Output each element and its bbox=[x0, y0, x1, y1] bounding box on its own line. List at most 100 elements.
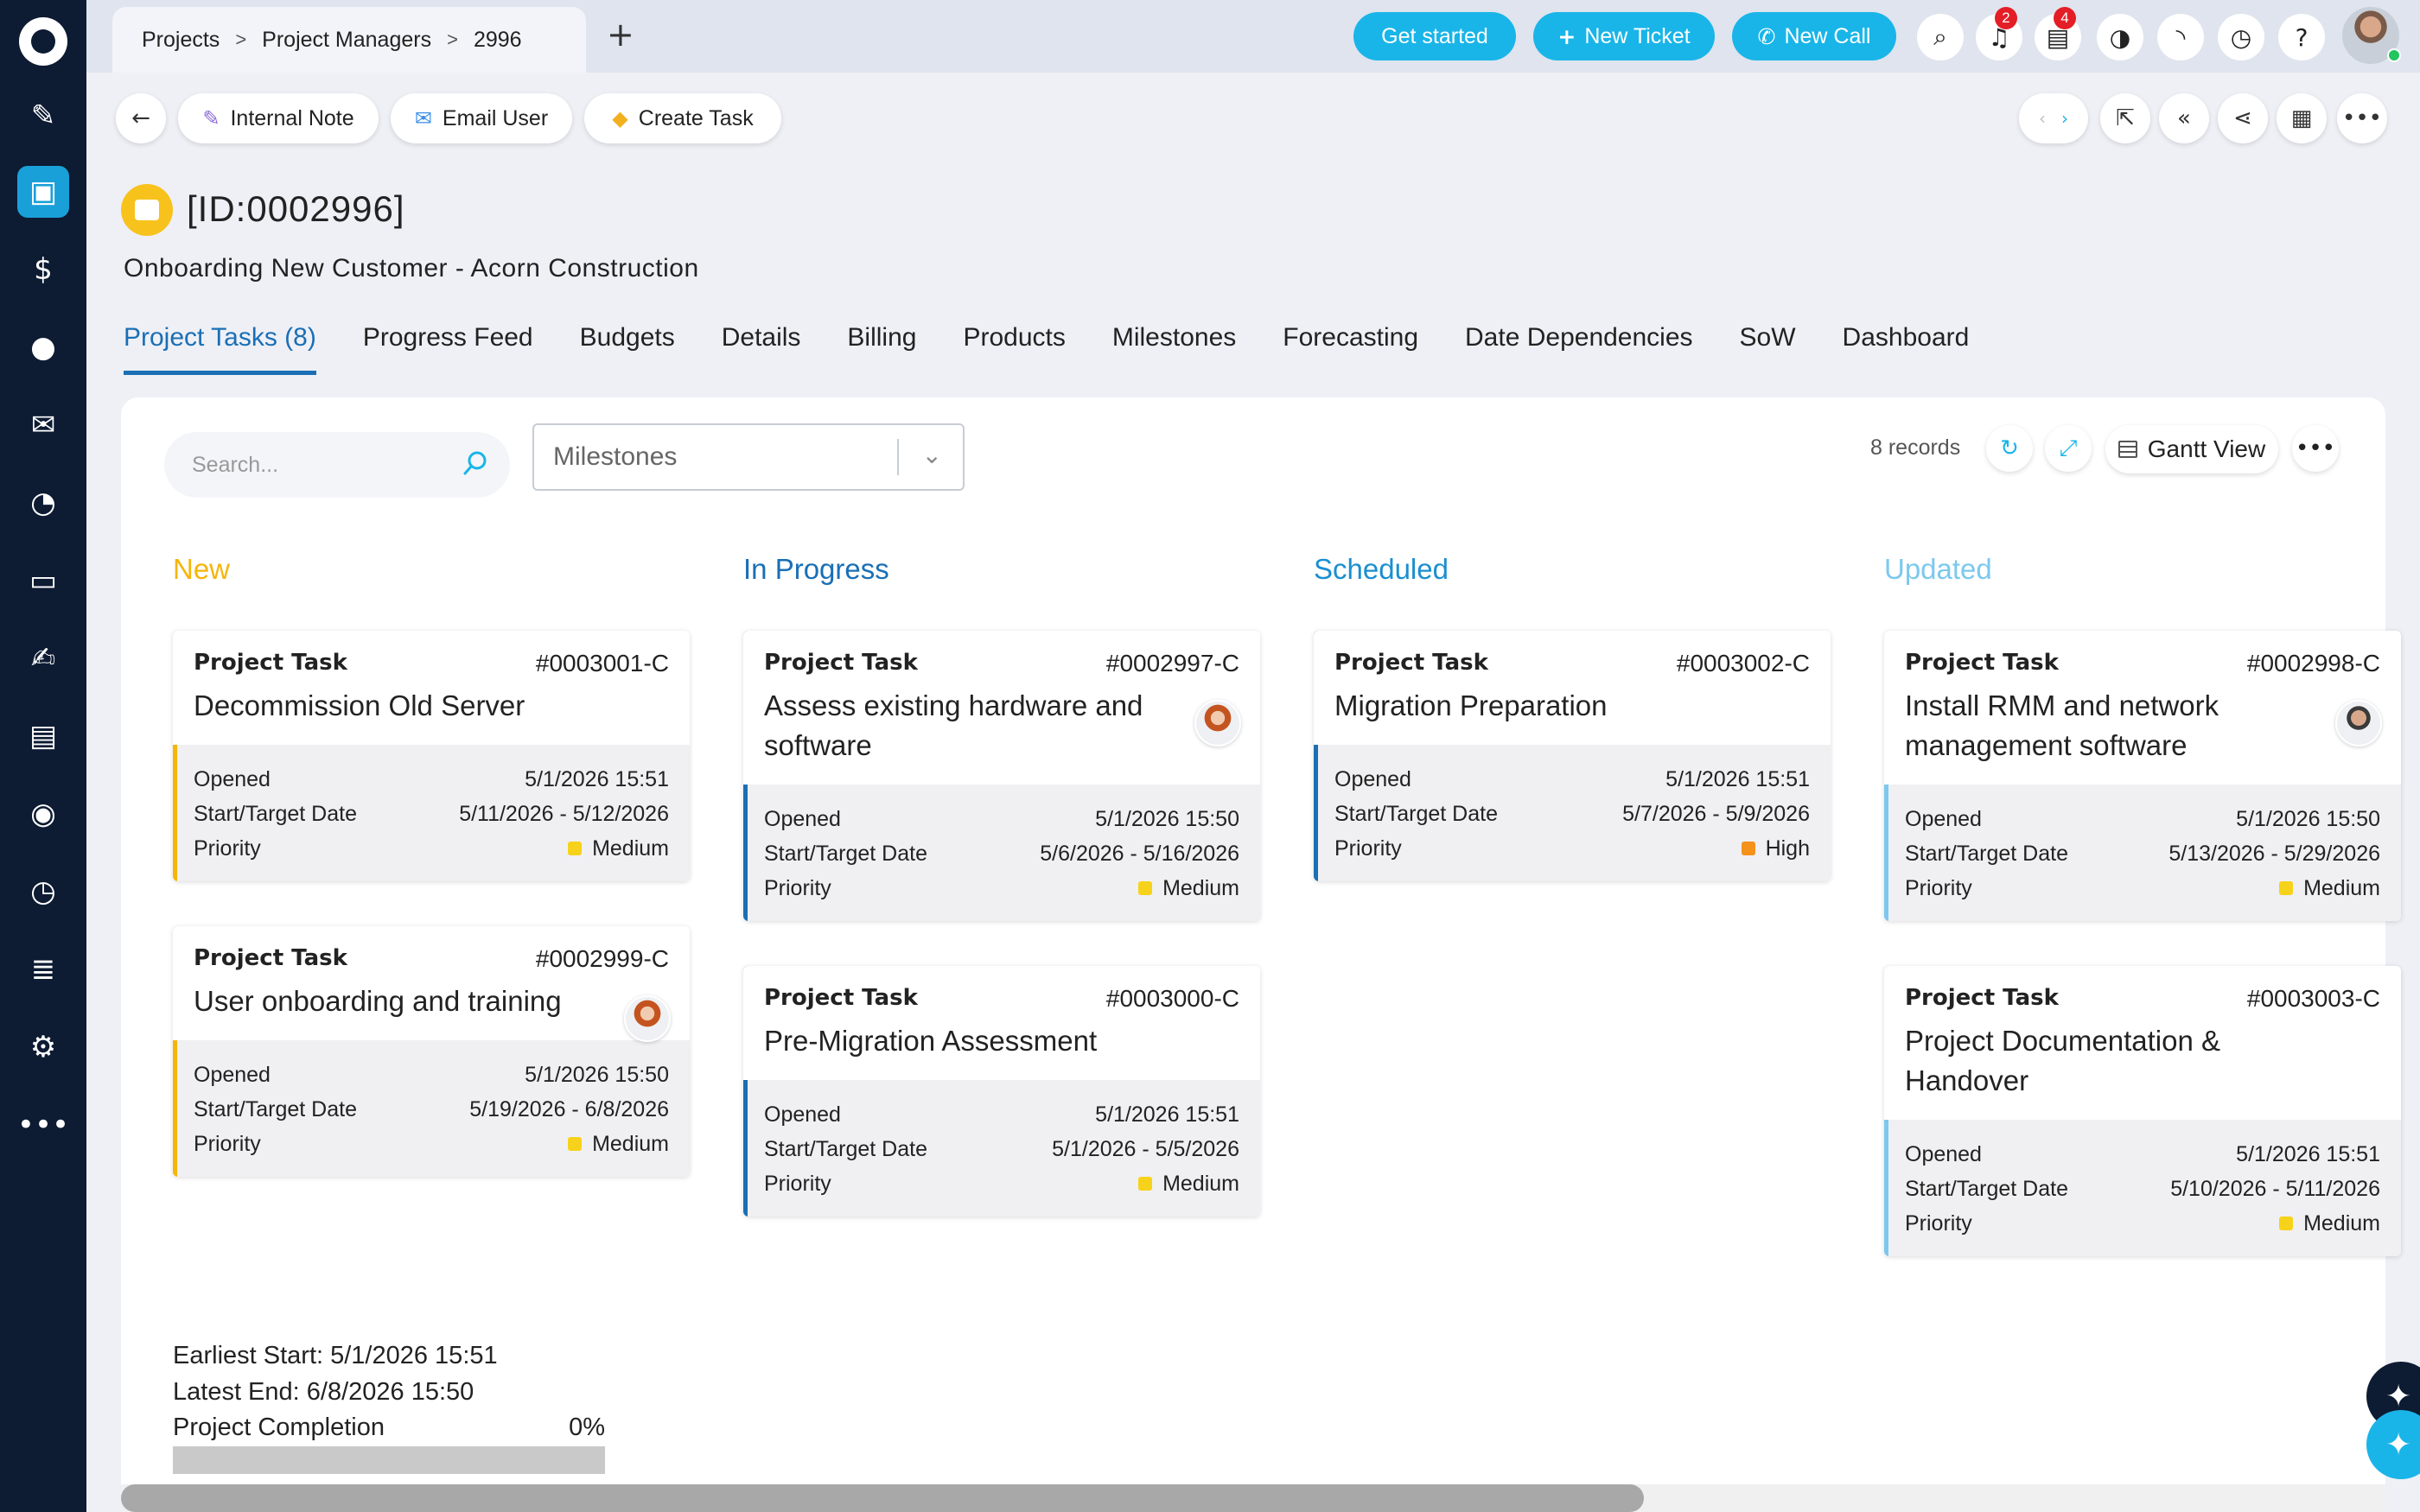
search-icon[interactable]: ⌕ bbox=[1917, 14, 1964, 60]
timer-icon[interactable]: ◷ bbox=[17, 866, 69, 918]
dashboard-gauge-icon[interactable]: ◑ bbox=[2097, 14, 2143, 60]
tickets-icon[interactable]: ✎ bbox=[17, 90, 69, 142]
card-details: Opened 5/1/2026 15:51 Start/Target Date 5/… bbox=[743, 1080, 1260, 1217]
contacts-icon[interactable]: ● bbox=[17, 321, 69, 373]
reports-icon[interactable]: ≣ bbox=[17, 943, 69, 995]
billing-icon[interactable]: $ bbox=[17, 244, 69, 295]
horizontal-scrollbar[interactable] bbox=[121, 1484, 2385, 1512]
gantt-view-button[interactable]: Gantt View bbox=[2105, 425, 2278, 473]
scrollbar-thumb[interactable] bbox=[121, 1484, 1644, 1512]
opened-value: 5/1/2026 15:51 bbox=[1665, 767, 1810, 791]
task-card[interactable]: Project Task #0003002-C Migration Prepar… bbox=[1314, 631, 1831, 881]
record-pager[interactable]: ‹ › bbox=[2019, 93, 2088, 143]
expand-icon[interactable]: ⤢ bbox=[2045, 425, 2092, 472]
task-card[interactable]: Project Task #0002997-C Assess existing … bbox=[743, 631, 1260, 921]
share-icon[interactable]: ⋖ bbox=[2218, 93, 2268, 143]
breadcrumb-project-managers[interactable]: Project Managers bbox=[262, 28, 431, 53]
card-title[interactable]: Decommission Old Server bbox=[194, 686, 669, 745]
opened-label: Opened bbox=[764, 1102, 841, 1127]
opened-value: 5/1/2026 15:51 bbox=[525, 767, 669, 791]
email-icon[interactable]: ✉ bbox=[17, 399, 69, 451]
priority-label: Priority bbox=[1905, 1211, 1972, 1236]
tab-billing[interactable]: Billing bbox=[847, 323, 916, 375]
rss-feed-icon[interactable]: ◝ bbox=[2157, 14, 2204, 60]
tab-dashboard[interactable]: Dashboard bbox=[1843, 323, 1970, 375]
card-title[interactable]: Pre-Migration Assessment bbox=[764, 1021, 1239, 1080]
devices-icon[interactable]: ▭ bbox=[17, 555, 69, 607]
priority-value: Medium bbox=[1162, 876, 1239, 900]
search-input[interactable]: Search... bbox=[164, 432, 510, 498]
tab-date-dependencies[interactable]: Date Dependencies bbox=[1465, 323, 1693, 375]
projects-icon[interactable]: ▣ bbox=[17, 166, 69, 218]
chat-icon[interactable]: ◔ bbox=[17, 477, 69, 529]
task-card[interactable]: Project Task #0002998-C Install RMM and … bbox=[1884, 631, 2401, 921]
chevron-down-icon[interactable]: ⌄ bbox=[922, 441, 942, 469]
task-card[interactable]: Project Task #0003003-C Project Document… bbox=[1884, 966, 2401, 1256]
card-title[interactable]: Install RMM and network management softw… bbox=[1905, 686, 2380, 785]
create-task-button[interactable]: ◆ Create Task bbox=[584, 93, 781, 143]
documents-icon[interactable]: ▤ bbox=[17, 710, 69, 762]
priority-color-square bbox=[568, 1137, 583, 1151]
settings-icon[interactable]: ⚙ bbox=[17, 1021, 69, 1073]
clipboard-icon[interactable]: ▤ 4 bbox=[2035, 7, 2081, 60]
priority-value: Medium bbox=[2303, 1211, 2380, 1236]
task-card[interactable]: Project Task #0003000-C Pre-Migration As… bbox=[743, 966, 1260, 1217]
card-title[interactable]: Assess existing hardware and software bbox=[764, 686, 1239, 785]
add-tab-button[interactable]: + bbox=[607, 16, 634, 54]
clock-icon[interactable]: ◷ bbox=[2218, 14, 2264, 60]
chevron-left-icon[interactable]: ‹ bbox=[2039, 108, 2046, 129]
opened-value: 5/1/2026 15:50 bbox=[1095, 807, 1239, 831]
briefcase-icon[interactable]: ▦ bbox=[2277, 93, 2327, 143]
breadcrumb[interactable]: Projects > Project Managers > 2996 bbox=[112, 7, 586, 73]
tab-products[interactable]: Products bbox=[963, 323, 1065, 375]
get-started-button[interactable]: Get started bbox=[1353, 12, 1516, 60]
tab-budgets[interactable]: Budgets bbox=[580, 323, 675, 375]
task-card[interactable]: Project Task #0002999-C User onboarding … bbox=[173, 926, 690, 1177]
start-target-label: Start/Target Date bbox=[1905, 842, 2068, 866]
chevron-right-icon[interactable]: › bbox=[2061, 108, 2068, 129]
notes-icon[interactable]: ✍ bbox=[17, 632, 69, 684]
card-title[interactable]: Project Documentation & Handover bbox=[1905, 1021, 2380, 1120]
finance-icon[interactable]: ◉ bbox=[17, 788, 69, 840]
email-user-button[interactable]: ✉ Email User bbox=[391, 93, 572, 143]
user-avatar[interactable] bbox=[2342, 7, 2401, 64]
collapse-icon[interactable]: « bbox=[2159, 93, 2209, 143]
breadcrumb-id[interactable]: 2996 bbox=[474, 28, 522, 53]
app-logo[interactable] bbox=[19, 17, 67, 66]
priority-value: High bbox=[1765, 836, 1810, 861]
tab-milestones[interactable]: Milestones bbox=[1112, 323, 1236, 375]
tab-sow[interactable]: SoW bbox=[1740, 323, 1796, 375]
card-title[interactable]: Migration Preparation bbox=[1334, 686, 1810, 745]
top-bar: Projects > Project Managers > 2996 + Get… bbox=[86, 0, 2420, 73]
card-title[interactable]: User onboarding and training bbox=[194, 982, 669, 1040]
card-header: Project Task #0002999-C User onboarding … bbox=[173, 926, 690, 1042]
new-ticket-button[interactable]: + New Ticket bbox=[1533, 12, 1715, 60]
breadcrumb-projects[interactable]: Projects bbox=[142, 28, 220, 53]
tab-project-tasks[interactable]: Project Tasks (8) bbox=[124, 323, 316, 375]
help-icon[interactable]: ? bbox=[2278, 14, 2325, 60]
card-number: #0003000-C bbox=[1105, 985, 1239, 1012]
card-number: #0002998-C bbox=[2246, 650, 2380, 677]
assignee-avatar[interactable] bbox=[1194, 700, 1241, 746]
more-options-icon[interactable]: ••• bbox=[2337, 93, 2387, 143]
assignee-avatar[interactable] bbox=[624, 995, 671, 1042]
more-options-icon[interactable]: ••• bbox=[2292, 425, 2339, 472]
new-call-button[interactable]: ✆ New Call bbox=[1732, 12, 1896, 60]
tab-forecasting[interactable]: Forecasting bbox=[1283, 323, 1418, 375]
back-arrow-icon[interactable]: ← bbox=[116, 93, 166, 143]
refresh-icon[interactable]: ↻ bbox=[1986, 425, 2033, 472]
opened-value: 5/1/2026 15:51 bbox=[1095, 1102, 1239, 1127]
tab-details[interactable]: Details bbox=[722, 323, 801, 375]
breadcrumb-separator: > bbox=[235, 29, 247, 50]
task-card[interactable]: Project Task #0003001-C Decommission Old… bbox=[173, 631, 690, 881]
more-icon[interactable]: ••• bbox=[17, 1099, 69, 1151]
project-date-stats: Earliest Start: 5/1/2026 15:51 Latest En… bbox=[173, 1337, 498, 1410]
internal-note-button[interactable]: ✎ Internal Note bbox=[178, 93, 379, 143]
assignee-avatar[interactable] bbox=[2335, 700, 2382, 746]
search-icon[interactable] bbox=[462, 449, 489, 477]
priority-color-square bbox=[1741, 842, 1755, 855]
milestones-select[interactable]: Milestones ⌄ bbox=[532, 423, 965, 491]
open-external-icon[interactable]: ⇱ bbox=[2100, 93, 2150, 143]
tab-progress-feed[interactable]: Progress Feed bbox=[363, 323, 533, 375]
bell-icon[interactable]: ♫ 2 bbox=[1976, 7, 2022, 60]
